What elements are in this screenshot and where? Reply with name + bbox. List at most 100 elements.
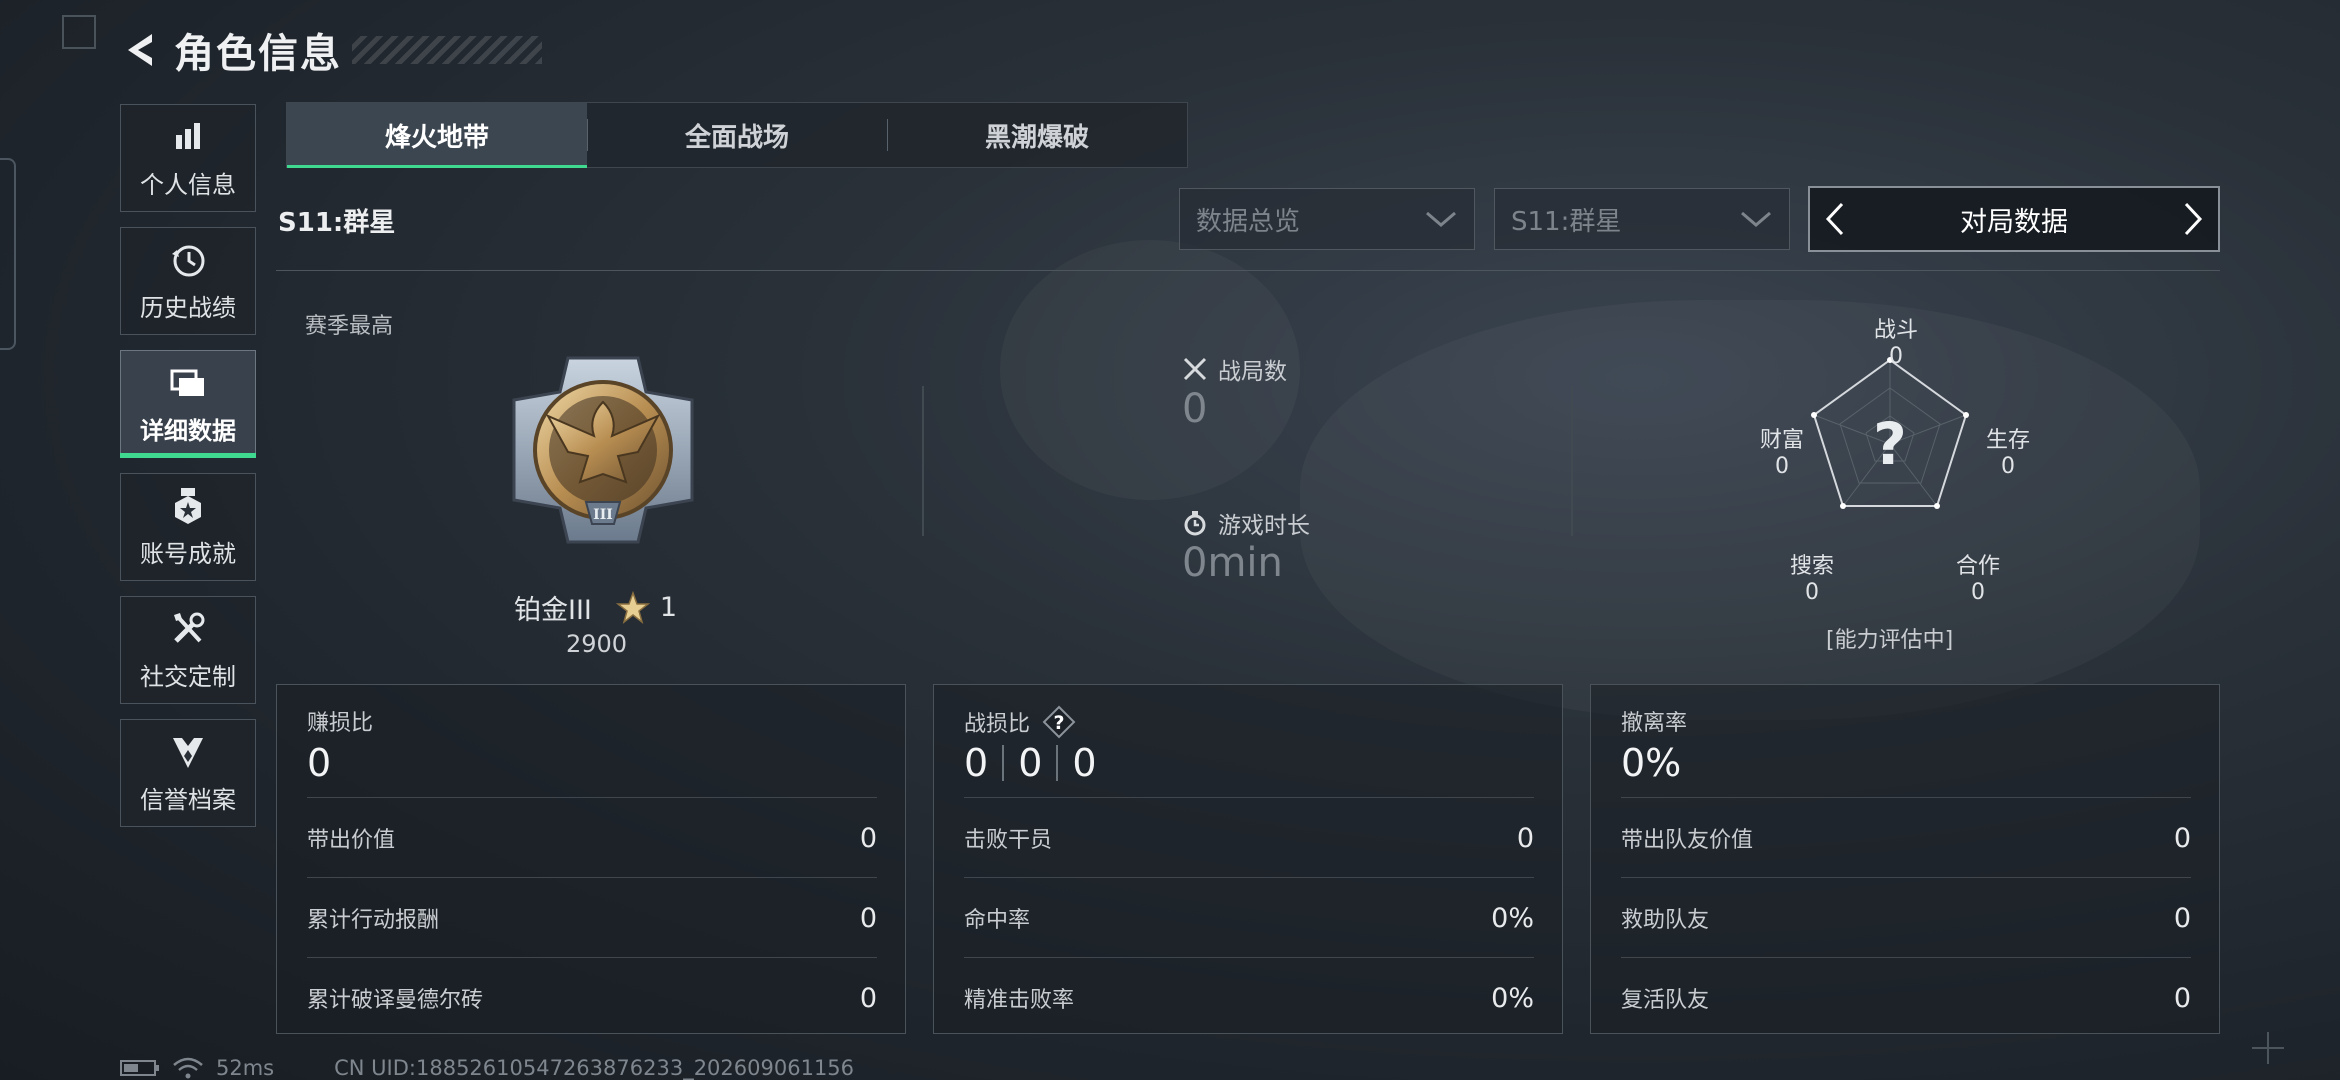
sidebar-item-label: 详细数据	[140, 416, 236, 445]
tab-full-battlefield[interactable]: 全面战场	[587, 103, 887, 167]
sidebar-item-history[interactable]: 历史战绩	[120, 227, 256, 335]
history-clock-icon	[172, 245, 205, 276]
stat-value: 0	[1516, 822, 1534, 854]
back-arrow-icon[interactable]	[118, 28, 162, 72]
radar-search-value: 0	[1805, 580, 1819, 605]
sidebar-item-label: 信誉档案	[140, 785, 236, 814]
stat-label: 救助队友	[1621, 908, 1710, 933]
ratio-divider	[1002, 745, 1005, 781]
radar-teamwork-label: 合作	[1955, 554, 2000, 579]
sidebar-item-personal-info[interactable]: 个人信息	[120, 104, 256, 212]
platinum-rank-badge-icon: III	[512, 356, 694, 544]
badge-numeral: III	[593, 507, 613, 523]
overview-dropdown-value: 数据总览	[1196, 206, 1301, 237]
season-dropdown[interactable]: S11:群星	[1494, 188, 1790, 250]
sidebar-item-label: 账号成就	[140, 539, 236, 568]
stat-label: 累计破译曼德尔砖	[307, 988, 484, 1013]
stat-value: 0%	[1491, 902, 1534, 934]
tab-black-tide[interactable]: 黑潮爆破	[887, 103, 1187, 167]
page-title: 角色信息	[174, 31, 342, 77]
uid-text: CN UID:18852610547263876233_202609061156	[334, 1056, 855, 1080]
stat-row: 累计行动报酬 0	[307, 877, 877, 958]
stat-row: 救助队友 0	[1621, 877, 2191, 958]
season-best-label: 赛季最高	[305, 314, 394, 339]
sidebar-item-label: 社交定制	[140, 662, 236, 691]
stat-label: 击败干员	[964, 828, 1053, 853]
background-shape	[1300, 300, 2200, 720]
stat-row: 精准击败率 0%	[964, 957, 1534, 1038]
sidebar-item-social[interactable]: 社交定制	[120, 596, 256, 704]
sidebar-item-credit[interactable]: 信誉档案	[120, 719, 256, 827]
radar-teamwork: 合作 0	[1938, 554, 2018, 606]
stat-row: 复活队友 0	[1621, 957, 2191, 1038]
combat-title-row: 战损比 ?	[964, 705, 1076, 739]
stat-row: 命中率 0%	[964, 877, 1534, 958]
sidebar-item-detailed-data[interactable]: 详细数据	[120, 350, 256, 458]
stat-value: 0	[859, 982, 877, 1014]
season-title: S11:群星	[278, 208, 396, 238]
battery-icon	[120, 1060, 159, 1076]
tab-fire-zone[interactable]: 烽火地带	[287, 103, 587, 168]
radar-wealth-label: 财富	[1759, 428, 1804, 453]
playtime-header: 游戏时长	[1182, 506, 1310, 540]
stat-value: 0	[2173, 902, 2191, 934]
stat-row: 带出队友价值 0	[1621, 797, 2191, 878]
rank-line: 铂金III 1	[514, 588, 677, 627]
chevron-left-icon[interactable]	[1824, 201, 1846, 237]
sidebar-item-label: 个人信息	[140, 170, 236, 199]
data-mode-switch: 对局数据	[1808, 186, 2220, 252]
data-mode-label: 对局数据	[1960, 206, 2068, 238]
extract-title: 撤离率	[1621, 711, 1688, 736]
corner-box-icon	[62, 15, 96, 49]
sidebar: 个人信息 历史战绩 详细数据 账号成就 社交定制 信誉档案	[120, 104, 256, 842]
radar-combat-value: 0	[1889, 344, 1903, 369]
wifi-icon	[173, 1057, 203, 1079]
help-mark: ?	[1054, 712, 1065, 734]
star-icon	[615, 590, 650, 624]
combat-title: 战损比	[964, 712, 1031, 737]
radar-combat: 战斗 0	[1856, 318, 1936, 370]
mode-tabs: 烽火地带 全面战场 黑潮爆破	[286, 102, 1188, 168]
stat-value: 0	[859, 822, 877, 854]
bar-chart-icon	[176, 122, 200, 149]
stat-value: 0	[2173, 822, 2191, 854]
ratio-value: 0	[964, 741, 989, 785]
chevron-down-icon	[1741, 211, 1771, 227]
stat-label: 累计行动报酬	[307, 908, 440, 933]
rank-name: 铂金III	[514, 595, 592, 626]
combat-ratio-values: 0 0 0	[964, 741, 1097, 785]
stat-row: 累计破译曼德尔砖 0	[307, 957, 877, 1038]
divider	[276, 270, 2220, 271]
stat-label: 带出队友价值	[1621, 828, 1754, 853]
sidebar-item-achievements[interactable]: 账号成就	[120, 473, 256, 581]
radar-search-label: 搜索	[1789, 554, 1834, 579]
stat-row: 击败干员 0	[964, 797, 1534, 878]
crossed-swords-icon	[1183, 357, 1207, 381]
radar-status: [能力评估中]	[1826, 628, 1954, 653]
edge-handle[interactable]	[0, 158, 16, 350]
shield-emblem-icon	[173, 737, 203, 768]
matches-value: 0	[1182, 386, 1208, 432]
chevron-right-icon[interactable]	[2182, 201, 2204, 237]
matches-header: 战局数	[1182, 352, 1287, 386]
season-dropdown-value: S11:群星	[1511, 206, 1622, 237]
overview-dropdown[interactable]: 数据总览	[1179, 188, 1475, 250]
profit-card: 赚损比 0 带出价值 0 累计行动报酬 0 累计破译曼德尔砖 0	[276, 684, 906, 1034]
profit-title: 赚损比	[307, 711, 374, 736]
stat-value: 0%	[1491, 982, 1534, 1014]
matches-label: 战局数	[1218, 359, 1287, 385]
radar-survival-value: 0	[2001, 454, 2015, 479]
rank-score: 2900	[566, 630, 628, 658]
tools-icon	[174, 612, 205, 643]
stopwatch-icon	[1184, 511, 1206, 536]
radar-survival: 生存 0	[1968, 428, 2048, 480]
extract-value: 0%	[1621, 741, 1682, 785]
ping-text: 52ms	[216, 1056, 275, 1080]
rank-stars: 1	[659, 592, 678, 623]
page-header: 角色信息	[118, 22, 542, 78]
help-icon[interactable]: ?	[1042, 705, 1076, 739]
stat-label: 复活队友	[1621, 988, 1710, 1013]
radar-teamwork-value: 0	[1971, 580, 1985, 605]
title-decoration	[352, 36, 542, 64]
ratio-value: 0	[1072, 741, 1097, 785]
